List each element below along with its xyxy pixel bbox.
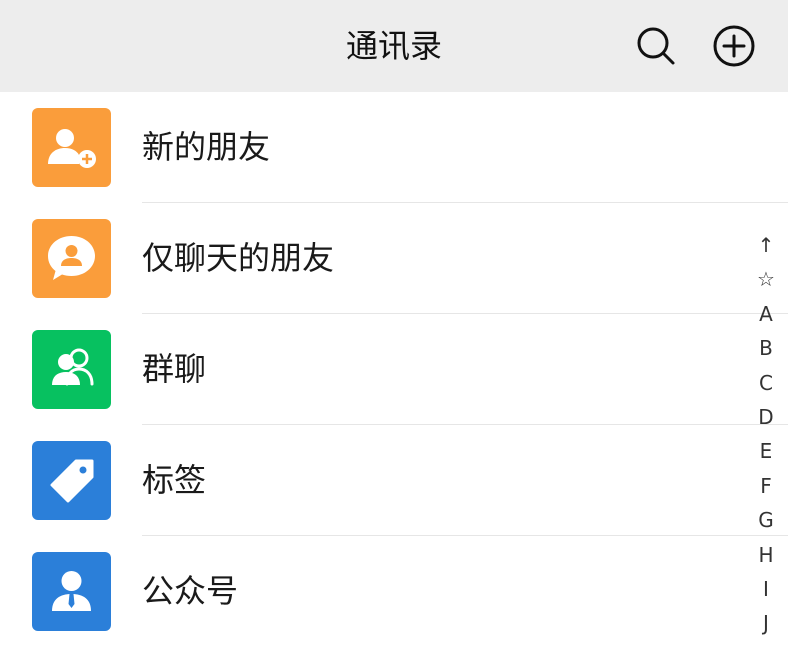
item-label: 群聊	[142, 350, 207, 388]
index-c[interactable]: C	[748, 366, 784, 400]
index-e[interactable]: E	[748, 434, 784, 468]
chat-only-friend-icon	[32, 219, 111, 298]
index-starred[interactable]: ☆	[748, 262, 784, 296]
contacts-function-list: 新的朋友 仅聊天的朋友 群聊 标签 公众号	[0, 92, 788, 647]
tags-item[interactable]: 标签	[0, 425, 788, 536]
index-top[interactable]: ↑	[748, 228, 784, 262]
index-h[interactable]: H	[748, 538, 784, 572]
plus-circle-icon	[713, 25, 755, 67]
group-chat-icon	[32, 330, 111, 409]
official-account-icon	[32, 552, 111, 631]
add-button[interactable]	[712, 24, 756, 68]
index-g[interactable]: G	[748, 503, 784, 537]
search-button[interactable]	[634, 24, 678, 68]
tag-icon	[32, 441, 111, 520]
search-icon	[637, 27, 675, 65]
index-j[interactable]: J	[748, 606, 784, 640]
index-a[interactable]: A	[748, 297, 784, 331]
item-label: 新的朋友	[142, 128, 271, 166]
chat-only-friends-item[interactable]: 仅聊天的朋友	[0, 203, 788, 314]
index-f[interactable]: F	[748, 469, 784, 503]
index-b[interactable]: B	[748, 331, 784, 365]
alphabet-index-bar[interactable]: ↑ ☆ A B C D E F G H I J	[748, 228, 784, 641]
index-d[interactable]: D	[748, 400, 784, 434]
official-accounts-item[interactable]: 公众号	[0, 536, 788, 647]
item-label: 公众号	[142, 572, 239, 610]
group-chats-item[interactable]: 群聊	[0, 314, 788, 425]
item-label: 标签	[142, 461, 207, 499]
new-friends-item[interactable]: 新的朋友	[0, 92, 788, 203]
top-bar: 通讯录	[0, 0, 788, 92]
index-i[interactable]: I	[748, 572, 784, 606]
item-label: 仅聊天的朋友	[142, 239, 335, 277]
add-friend-icon	[32, 108, 111, 187]
